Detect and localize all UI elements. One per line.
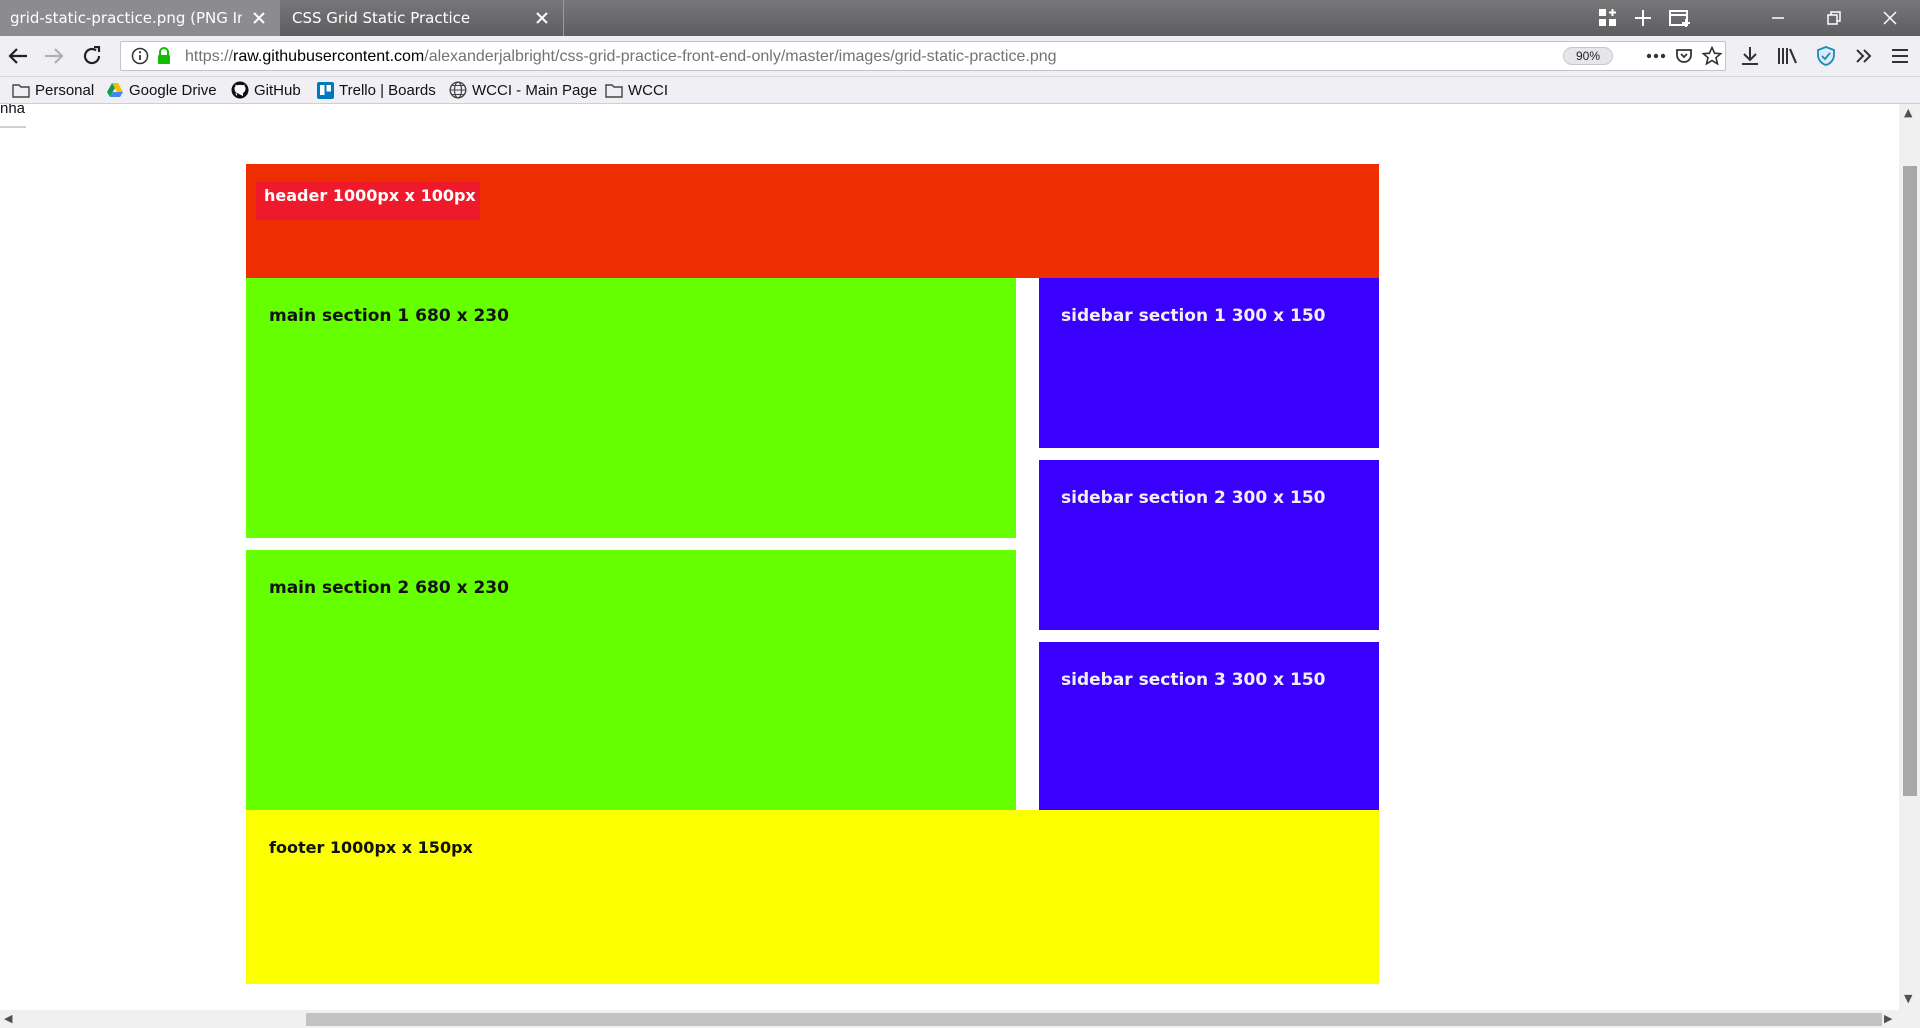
sidebar-section-1: sidebar section 1 300 x 150 bbox=[1039, 278, 1379, 448]
downloads-icon[interactable] bbox=[1738, 44, 1762, 68]
url-bar[interactable]: https://raw.githubusercontent.com/alexan… bbox=[120, 41, 1726, 71]
main-section-1: main section 1 680 x 230 bbox=[246, 278, 1016, 538]
page-actions-icon[interactable] bbox=[1645, 46, 1667, 66]
bookmark-star-icon[interactable] bbox=[1701, 46, 1723, 66]
sidebar-section-label: sidebar section 1 300 x 150 bbox=[1061, 306, 1326, 326]
library-icon[interactable] bbox=[1776, 44, 1800, 68]
new-tab-icon[interactable] bbox=[1631, 6, 1655, 30]
header-label: header 1000px x 100px bbox=[264, 186, 476, 205]
grid-header-section: header 1000px x 100px bbox=[246, 164, 1379, 278]
shield-icon[interactable] bbox=[1814, 44, 1838, 68]
horizontal-scrollbar[interactable]: ◀ ▶ bbox=[0, 1010, 1920, 1028]
bookmarks-toolbar: Personal Google Drive GitHub Trello | Bo… bbox=[0, 77, 1920, 104]
main-section-label: main section 2 680 x 230 bbox=[269, 578, 509, 598]
bookmark-label: Google Drive bbox=[129, 81, 217, 99]
url-text: https://raw.githubusercontent.com/alexan… bbox=[185, 48, 1057, 66]
close-tab-icon[interactable] bbox=[531, 7, 553, 29]
zoom-level-badge[interactable]: 90% bbox=[1563, 47, 1613, 65]
pocket-icon[interactable] bbox=[1673, 46, 1695, 66]
tab-title: grid-static-practice.png (PNG Image bbox=[10, 9, 242, 27]
scroll-down-arrow-icon[interactable]: ▼ bbox=[1904, 992, 1912, 1005]
main-section-2: main section 2 680 x 230 bbox=[246, 550, 1016, 810]
bookmark-personal[interactable]: Personal bbox=[12, 80, 94, 100]
bookmark-label: WCCI bbox=[628, 81, 668, 99]
scroll-right-arrow-icon[interactable]: ▶ bbox=[1884, 1012, 1892, 1025]
bookmark-wcci-main-page[interactable]: WCCI - Main Page bbox=[449, 80, 597, 100]
vertical-scrollbar[interactable]: ▲ ▼ bbox=[1899, 104, 1920, 1010]
bookmark-wcci[interactable]: WCCI bbox=[605, 80, 668, 100]
all-tabs-icon[interactable] bbox=[1596, 6, 1620, 30]
corner-text: nha bbox=[0, 104, 26, 117]
google-drive-icon bbox=[106, 81, 124, 99]
tab-grid-static-practice-png[interactable]: grid-static-practice.png (PNG Image bbox=[0, 0, 280, 36]
bookmark-label: WCCI - Main Page bbox=[472, 81, 598, 99]
url-path: /alexanderjalbright/css-grid-practice-fr… bbox=[424, 48, 1057, 65]
bookmark-github[interactable]: GitHub bbox=[231, 80, 301, 100]
sidebar-section-label: sidebar section 2 300 x 150 bbox=[1061, 488, 1326, 508]
hamburger-menu-icon[interactable] bbox=[1888, 44, 1912, 68]
scroll-left-arrow-icon[interactable]: ◀ bbox=[4, 1012, 12, 1025]
lock-icon[interactable] bbox=[153, 46, 175, 66]
restore-window-icon[interactable] bbox=[1822, 6, 1846, 30]
folder-icon bbox=[605, 81, 623, 99]
overflow-menu-icon[interactable] bbox=[1852, 44, 1876, 68]
url-scheme: https:// bbox=[185, 48, 234, 65]
back-icon[interactable] bbox=[6, 44, 30, 68]
bookmark-label: Personal bbox=[35, 81, 95, 99]
info-icon[interactable] bbox=[129, 46, 151, 66]
forward-icon[interactable] bbox=[42, 44, 66, 68]
new-container-tab-icon[interactable] bbox=[1668, 6, 1692, 30]
tab-strip: grid-static-practice.png (PNG Image CSS … bbox=[0, 0, 1920, 36]
grid-footer-section: footer 1000px x 150px bbox=[246, 810, 1379, 984]
folder-icon bbox=[12, 81, 30, 99]
footer-label: footer 1000px x 150px bbox=[269, 838, 473, 857]
sidebar-section-2: sidebar section 2 300 x 150 bbox=[1039, 460, 1379, 630]
close-tab-icon[interactable] bbox=[248, 7, 270, 29]
close-window-icon[interactable] bbox=[1878, 6, 1902, 30]
trello-icon bbox=[316, 81, 334, 99]
bookmark-trello[interactable]: Trello | Boards bbox=[316, 80, 436, 100]
reload-icon[interactable] bbox=[80, 44, 104, 68]
sidebar-section-label: sidebar section 3 300 x 150 bbox=[1061, 670, 1326, 690]
tab-title: CSS Grid Static Practice bbox=[292, 9, 471, 27]
page-content: nha header 1000px x 100px main section 1… bbox=[0, 104, 1899, 1010]
navigation-toolbar: https://raw.githubusercontent.com/alexan… bbox=[0, 36, 1920, 77]
url-host: raw.githubusercontent.com bbox=[233, 48, 425, 65]
bookmark-label: Trello | Boards bbox=[339, 81, 436, 99]
minimize-window-icon[interactable] bbox=[1766, 6, 1790, 30]
sidebar-section-3: sidebar section 3 300 x 150 bbox=[1039, 642, 1379, 812]
scroll-up-arrow-icon[interactable]: ▲ bbox=[1904, 106, 1912, 119]
tab-css-grid-static-practice[interactable]: CSS Grid Static Practice bbox=[282, 0, 564, 36]
bookmark-label: GitHub bbox=[254, 81, 301, 99]
bookmark-google-drive[interactable]: Google Drive bbox=[106, 80, 217, 100]
divider bbox=[0, 126, 26, 128]
vertical-scroll-thumb[interactable] bbox=[1903, 166, 1917, 796]
main-section-label: main section 1 680 x 230 bbox=[269, 306, 509, 326]
horizontal-scroll-thumb[interactable] bbox=[306, 1013, 1882, 1026]
globe-icon bbox=[449, 81, 467, 99]
github-icon bbox=[231, 81, 249, 99]
